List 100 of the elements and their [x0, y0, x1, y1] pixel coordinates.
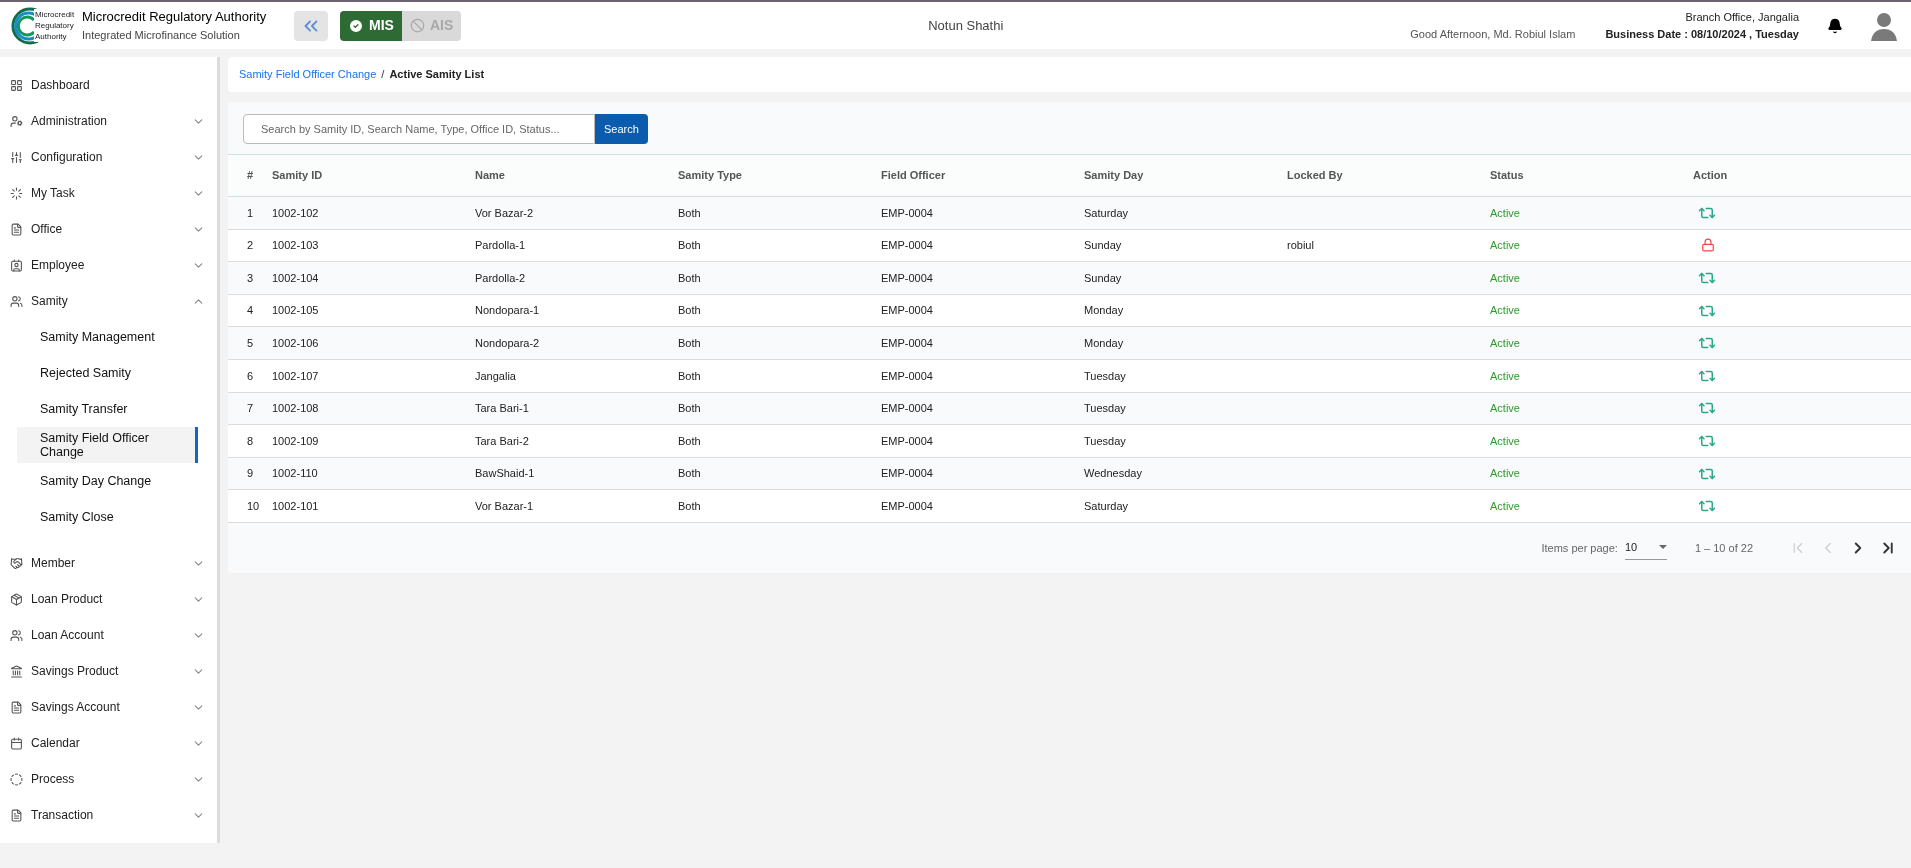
sidebar-item[interactable]: Dashboard [0, 67, 217, 103]
page-range: 1 – 10 of 22 [1694, 540, 1753, 556]
grid-icon [10, 78, 23, 92]
sidebar-item[interactable]: Transaction [0, 797, 217, 833]
sidebar-subitem[interactable]: Rejected Samity [17, 355, 198, 391]
table-cell-text: 7 [247, 401, 255, 417]
table-cell-text: Both [678, 238, 702, 254]
column-header: Samity Type [678, 168, 743, 184]
table-cell-text: Both [678, 205, 702, 221]
sidebar-item[interactable]: Calendar [0, 725, 217, 761]
table-cell-text: Saturday [1084, 205, 1130, 221]
status-text: Active [1490, 466, 1521, 482]
table-cell-text: 1002-105 [272, 303, 320, 319]
bank-icon [10, 664, 23, 678]
lock-icon[interactable] [1701, 238, 1715, 253]
column-header: # [247, 168, 255, 184]
sidebar-item[interactable]: Member [0, 545, 217, 581]
group-icon [10, 294, 23, 308]
table-cell-text: EMP-0004 [881, 401, 934, 417]
sidebar-item[interactable]: Loan Product [0, 581, 217, 617]
column-header: Samity ID [272, 168, 324, 184]
sidebar-item[interactable]: Savings Product [0, 653, 217, 689]
table-cell-text: EMP-0004 [881, 368, 934, 384]
sidebar-subitem[interactable]: Samity Management [17, 319, 198, 355]
app-name: Notun Shathi [928, 16, 1004, 35]
column-header: Locked By [1287, 168, 1344, 184]
table-cell-text: EMP-0004 [881, 270, 934, 286]
table-cell-text: Both [678, 335, 702, 351]
table-cell-text: 3 [247, 270, 255, 286]
sidebar-subitem[interactable]: Samity Transfer [17, 391, 198, 427]
table-cell-text: 1002-108 [272, 401, 320, 417]
table-cell-text: 10 [247, 498, 261, 514]
sidebar-item[interactable]: Savings Account [0, 689, 217, 725]
sidebar-item[interactable]: My Task [0, 175, 217, 211]
table-cell-text: Tuesday [1084, 368, 1127, 384]
page-size-select[interactable]: 10 [1624, 535, 1667, 560]
greeting: Good Afternoon, Md. Robiul Islam [1410, 27, 1576, 43]
table-cell-text: Monday [1084, 303, 1125, 319]
user-gear-icon [10, 114, 23, 128]
notification-icon[interactable] [1827, 17, 1843, 34]
table-cell-text: 1002-109 [272, 433, 320, 449]
sidebar-item[interactable]: Employee [0, 247, 217, 283]
circle-icon [10, 772, 23, 786]
sidebar-subitem[interactable]: Samity Close [17, 499, 198, 535]
package-icon [10, 592, 23, 606]
status-text: Active [1490, 335, 1521, 351]
sidebar-item[interactable]: Administration [0, 103, 217, 139]
breadcrumb-separator: / [381, 67, 385, 83]
table-cell-text: 2 [247, 238, 255, 254]
status-text: Active [1490, 238, 1521, 254]
table-cell-text: 1002-106 [272, 335, 320, 351]
logo-text: Microcredit [35, 8, 75, 20]
table-cell-text: Vor Bazar-1 [475, 498, 535, 514]
breadcrumb-link[interactable]: Samity Field Officer Change [239, 66, 377, 83]
sidebar-item[interactable]: Configuration [0, 139, 217, 175]
avatar-icon[interactable] [1871, 10, 1897, 41]
table-cell-text: 1002-107 [272, 368, 320, 384]
table-cell-text: 6 [247, 368, 255, 384]
column-header: Name [475, 168, 506, 184]
table-cell-text: robiul [1287, 238, 1315, 254]
table-cell-text: Sunday [1084, 270, 1123, 286]
office-name: Branch Office, Jangalia [1685, 10, 1799, 26]
status-text: Active [1490, 270, 1521, 286]
caret-down-icon [1658, 545, 1667, 550]
ban-icon [409, 18, 425, 33]
table-cell-text: Tuesday [1084, 401, 1127, 417]
status-text: Active [1490, 205, 1521, 221]
sidebar-item[interactable]: Samity [0, 283, 217, 319]
search-button[interactable]: Search [595, 114, 648, 144]
search-field[interactable]: Search by Samity ID, Search Name, Type, Office ID, Status... [243, 114, 595, 144]
table-cell-text: 1002-110 [272, 466, 319, 482]
table-cell-text: 1002-101 [272, 498, 320, 514]
sidebar-subitem[interactable]: Samity Field Officer Change [17, 427, 198, 463]
sidebar-subitem[interactable]: Samity Day Change [17, 463, 198, 499]
table-cell-text: 4 [247, 303, 255, 319]
calendar-icon [10, 736, 23, 750]
logo-text: Authority [35, 30, 68, 42]
collapse-button[interactable] [294, 10, 328, 41]
table-cell-text: 5 [247, 335, 255, 351]
sidebar-item[interactable]: Office [0, 211, 217, 247]
table-cell-text: EMP-0004 [881, 466, 934, 482]
table-cell-text: Vor Bazar-2 [475, 205, 535, 221]
table-cell-text: EMP-0004 [881, 433, 934, 449]
document-icon [10, 700, 23, 714]
sidebar-item[interactable]: Loan Account [0, 617, 217, 653]
table-cell-text: Nondopara-2 [475, 335, 541, 351]
table-cell-text: Saturday [1084, 498, 1130, 514]
status-text: Active [1490, 498, 1521, 514]
table-cell-text: 1002-103 [272, 238, 320, 254]
mode-toggle[interactable]: MIS [340, 10, 402, 41]
table-cell-text: 9 [247, 466, 255, 482]
column-header: Status [1490, 168, 1525, 184]
table-cell-text: Monday [1084, 335, 1125, 351]
table-cell-text: Wednesday [1084, 466, 1143, 482]
column-header: Samity Day [1084, 168, 1145, 184]
sidebar-item[interactable]: Process [0, 761, 217, 797]
table-cell-text: 8 [247, 433, 255, 449]
column-header: Field Officer [881, 168, 947, 184]
table-cell-text: EMP-0004 [881, 335, 934, 351]
table-cell-text: EMP-0004 [881, 498, 934, 514]
